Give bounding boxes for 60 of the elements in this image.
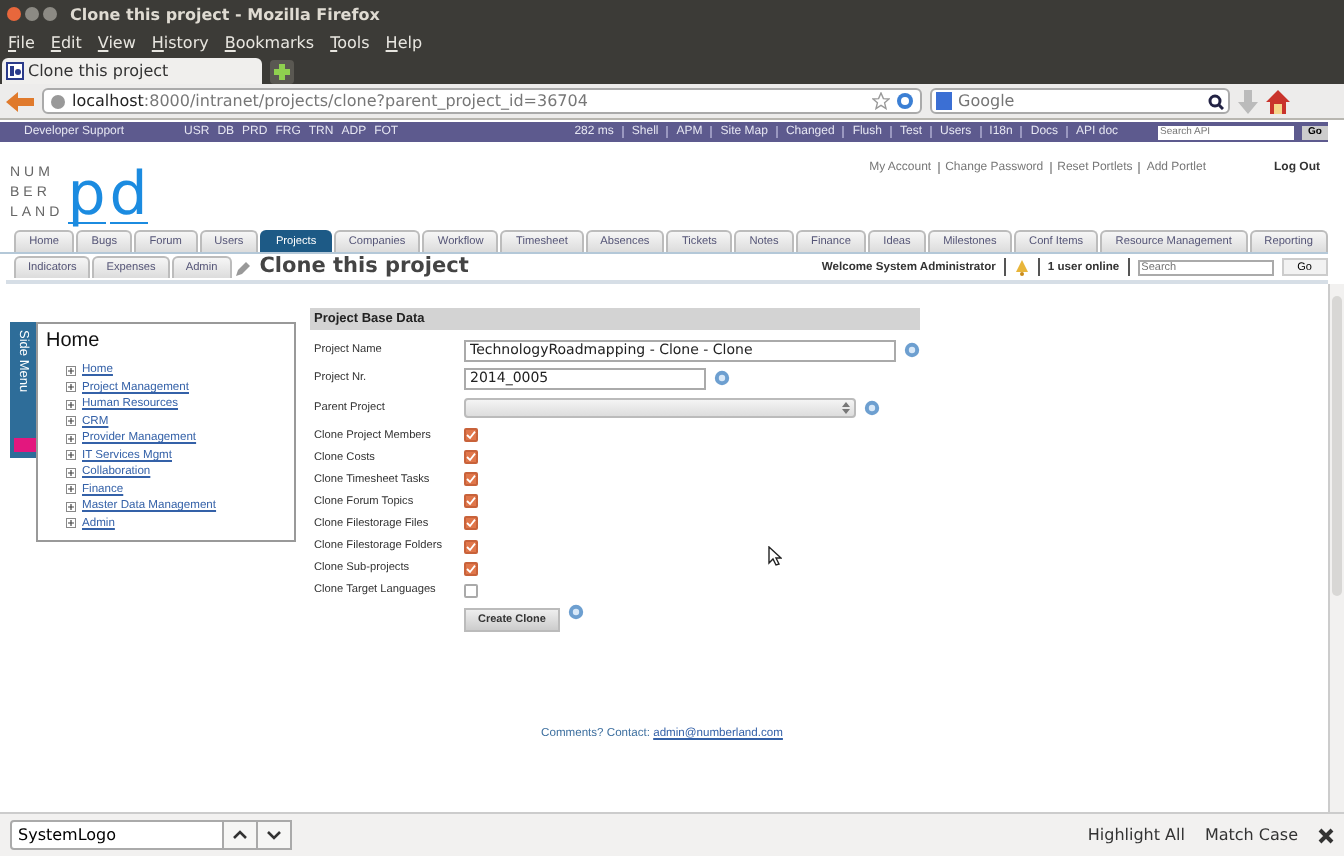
menu-item[interactable]: Bookmarks	[224, 33, 315, 51]
collapse-handle[interactable]	[14, 438, 36, 452]
search-engine-icon	[936, 92, 952, 110]
window-buttons-icon	[6, 6, 58, 22]
expand-icon[interactable]	[66, 467, 76, 478]
help-icon	[714, 370, 730, 386]
reload-icon[interactable]	[896, 92, 914, 110]
site-icon	[6, 62, 24, 80]
menu-item[interactable]: Edit	[50, 33, 82, 51]
checkbox[interactable]	[464, 516, 478, 531]
spinner-icon	[842, 402, 850, 414]
browser-tab[interactable]: Clone this project	[2, 58, 262, 84]
page-title: Clone this project	[259, 254, 469, 278]
menu-item[interactable]: History	[151, 33, 209, 51]
address-bar[interactable]: localhost:8000/intranet/projects/clone?parent_project_id=36704	[42, 88, 922, 114]
checkbox[interactable]	[464, 561, 478, 576]
expand-icon[interactable]	[66, 484, 76, 495]
expand-icon[interactable]	[66, 450, 76, 461]
caret-up-icon	[232, 828, 248, 842]
help-icon	[567, 603, 584, 620]
help-icon	[904, 342, 920, 358]
side-menu-title: Home	[46, 330, 102, 352]
menu-item[interactable]: View	[97, 33, 136, 51]
close-icon[interactable]	[1318, 827, 1334, 843]
url-text: localhost:8000/intranet/projects/clone?parent_project_id=36704	[72, 92, 588, 110]
checkbox[interactable]	[464, 428, 478, 443]
expand-icon[interactable]	[66, 382, 76, 393]
menu-item[interactable]: File	[8, 33, 35, 51]
help-icon	[864, 400, 880, 416]
checkbox[interactable]	[464, 494, 478, 509]
checkbox[interactable]	[464, 539, 478, 554]
home-icon[interactable]	[1266, 89, 1290, 113]
expand-icon[interactable]	[66, 433, 76, 444]
bell-icon	[1013, 259, 1030, 275]
checkbox[interactable]	[464, 450, 478, 465]
previous-button[interactable]	[224, 820, 258, 850]
star-icon[interactable]	[872, 92, 890, 110]
menu-item[interactable]: Tools	[330, 33, 370, 51]
expand-icon[interactable]	[66, 518, 76, 529]
logo-letter: p	[67, 170, 106, 224]
checkbox[interactable]	[464, 472, 478, 487]
next-button[interactable]	[258, 820, 292, 850]
web-search-field[interactable]: Google	[930, 88, 1230, 114]
expand-icon[interactable]	[66, 416, 76, 427]
expand-icon[interactable]	[66, 399, 76, 410]
expand-icon[interactable]	[66, 501, 76, 512]
cursor-icon	[768, 546, 782, 566]
expand-icon[interactable]	[66, 365, 76, 376]
search-icon[interactable]	[1208, 93, 1224, 109]
new-tab-icon[interactable]	[270, 60, 294, 84]
window-title: Clone this project - Mozilla Firefox	[70, 5, 380, 23]
back-icon[interactable]	[6, 91, 34, 111]
find-field[interactable]: SystemLogo	[10, 820, 224, 850]
logo-letter: d	[109, 170, 148, 224]
scrollbar[interactable]	[1328, 284, 1344, 812]
menu-item[interactable]: Help	[385, 33, 423, 51]
checkbox[interactable]	[464, 583, 478, 598]
match-case-toggle[interactable]: Match Case	[1204, 826, 1298, 844]
highlight-all-toggle[interactable]: Highlight All	[1087, 826, 1185, 844]
caret-down-icon	[266, 828, 282, 842]
